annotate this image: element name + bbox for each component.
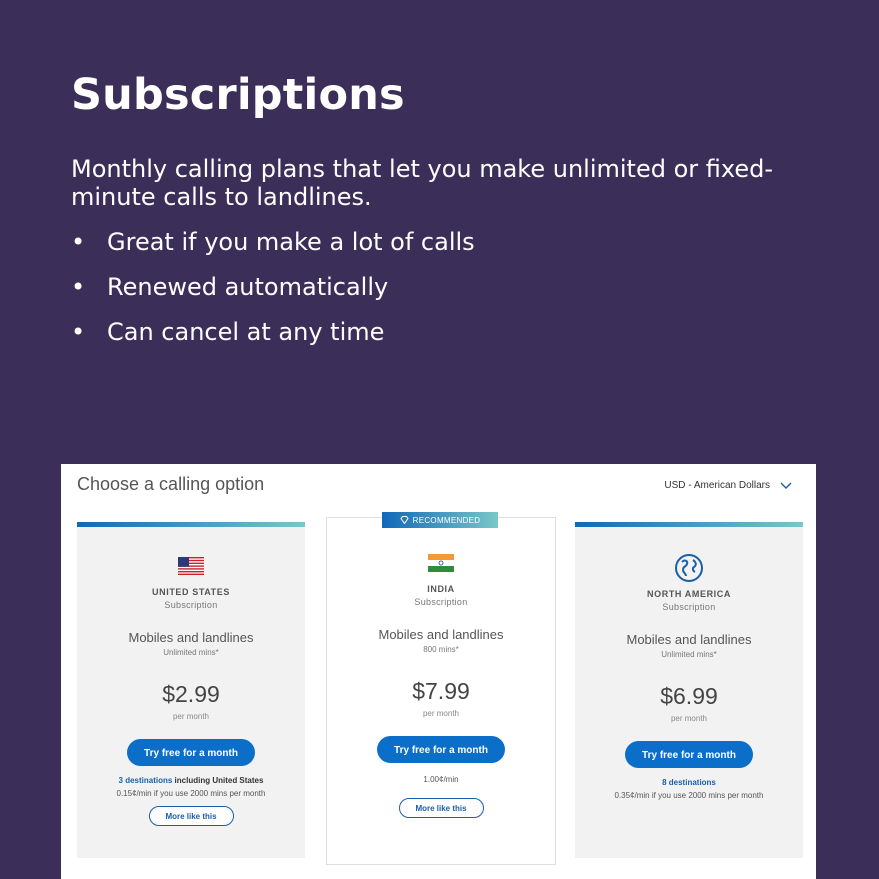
- card-accent-bar: [77, 522, 305, 527]
- recommended-badge: RECOMMENDED: [382, 512, 498, 528]
- bullet-marker: •: [71, 273, 86, 301]
- diamond-icon: [400, 516, 409, 524]
- destinations-detail: including United States: [172, 776, 264, 785]
- bullet-text: Great if you make a lot of calls: [107, 228, 475, 256]
- card-price-period: per month: [670, 714, 708, 723]
- bullet-marker: •: [71, 318, 86, 346]
- more-like-this-button[interactable]: More like this: [398, 798, 484, 818]
- try-free-button[interactable]: Try free for a month: [625, 741, 753, 768]
- card-price-period: per month: [422, 709, 460, 718]
- card-type: Subscription: [662, 602, 716, 612]
- card-price: $6.99: [660, 683, 718, 709]
- try-free-button[interactable]: Try free for a month: [377, 736, 505, 763]
- currency-selector[interactable]: USD - American Dollars: [664, 480, 792, 491]
- plan-card-india: RECOMMENDED INDIA Subscription Mobiles a…: [326, 512, 556, 865]
- bullet-item: • Renewed automatically: [71, 271, 475, 316]
- card-price: $7.99: [412, 678, 470, 704]
- card-rate: 0.35¢/min if you use 2000 mins per month: [614, 791, 764, 800]
- card-type: Subscription: [164, 600, 218, 610]
- slide-title: Subscriptions: [71, 70, 405, 120]
- card-price: $2.99: [162, 681, 220, 707]
- card-destinations: 3 destinations including United States: [77, 776, 305, 785]
- bullet-text: Renewed automatically: [107, 273, 389, 301]
- destinations-link[interactable]: 3 destinations: [119, 776, 173, 785]
- card-country: NORTH AMERICA: [647, 589, 731, 599]
- globe-icon: [675, 554, 703, 582]
- card-price-period: per month: [172, 712, 210, 721]
- card-mins: 800 mins*: [423, 645, 459, 654]
- card-type: Subscription: [414, 597, 468, 607]
- card-plan: Mobiles and landlines: [378, 627, 504, 642]
- bullet-list: • Great if you make a lot of calls • Renew…: [71, 226, 475, 361]
- bullet-item: • Great if you make a lot of calls: [71, 226, 475, 271]
- currency-label: USD - American Dollars: [664, 480, 770, 491]
- slide-intro: Monthly calling plans that let you make …: [71, 155, 774, 211]
- card-rate: 0.15¢/min if you use 2000 mins per month: [116, 789, 266, 798]
- card-country: UNITED STATES: [152, 587, 230, 597]
- calling-options-panel: Choose a calling option USD - American D…: [61, 464, 816, 879]
- destinations-link[interactable]: 8 destinations: [662, 778, 716, 787]
- card-plan: Mobiles and landlines: [128, 630, 254, 645]
- bullet-item: • Can cancel at any time: [71, 316, 475, 361]
- plan-card-united-states: UNITED STATES Subscription Mobiles and l…: [77, 522, 305, 858]
- card-destinations: 8 destinations: [575, 778, 803, 787]
- plan-card-north-america: NORTH AMERICA Subscription Mobiles and l…: [575, 522, 803, 858]
- card-country: INDIA: [427, 584, 455, 594]
- recommended-label: RECOMMENDED: [412, 515, 481, 525]
- chevron-down-icon: [780, 482, 792, 489]
- card-plan: Mobiles and landlines: [626, 632, 752, 647]
- more-like-this-button[interactable]: More like this: [148, 806, 234, 826]
- try-free-button[interactable]: Try free for a month: [127, 739, 255, 766]
- card-accent-bar: [575, 522, 803, 527]
- card-mins: Unlimited mins*: [163, 648, 219, 657]
- india-flag-icon: [428, 554, 454, 572]
- card-mins: Unlimited mins*: [661, 650, 717, 659]
- card-rate: 1.00¢/min: [423, 775, 459, 784]
- panel-title: Choose a calling option: [77, 474, 265, 494]
- us-flag-icon: [178, 557, 204, 575]
- bullet-marker: •: [71, 228, 86, 256]
- bullet-text: Can cancel at any time: [107, 318, 385, 346]
